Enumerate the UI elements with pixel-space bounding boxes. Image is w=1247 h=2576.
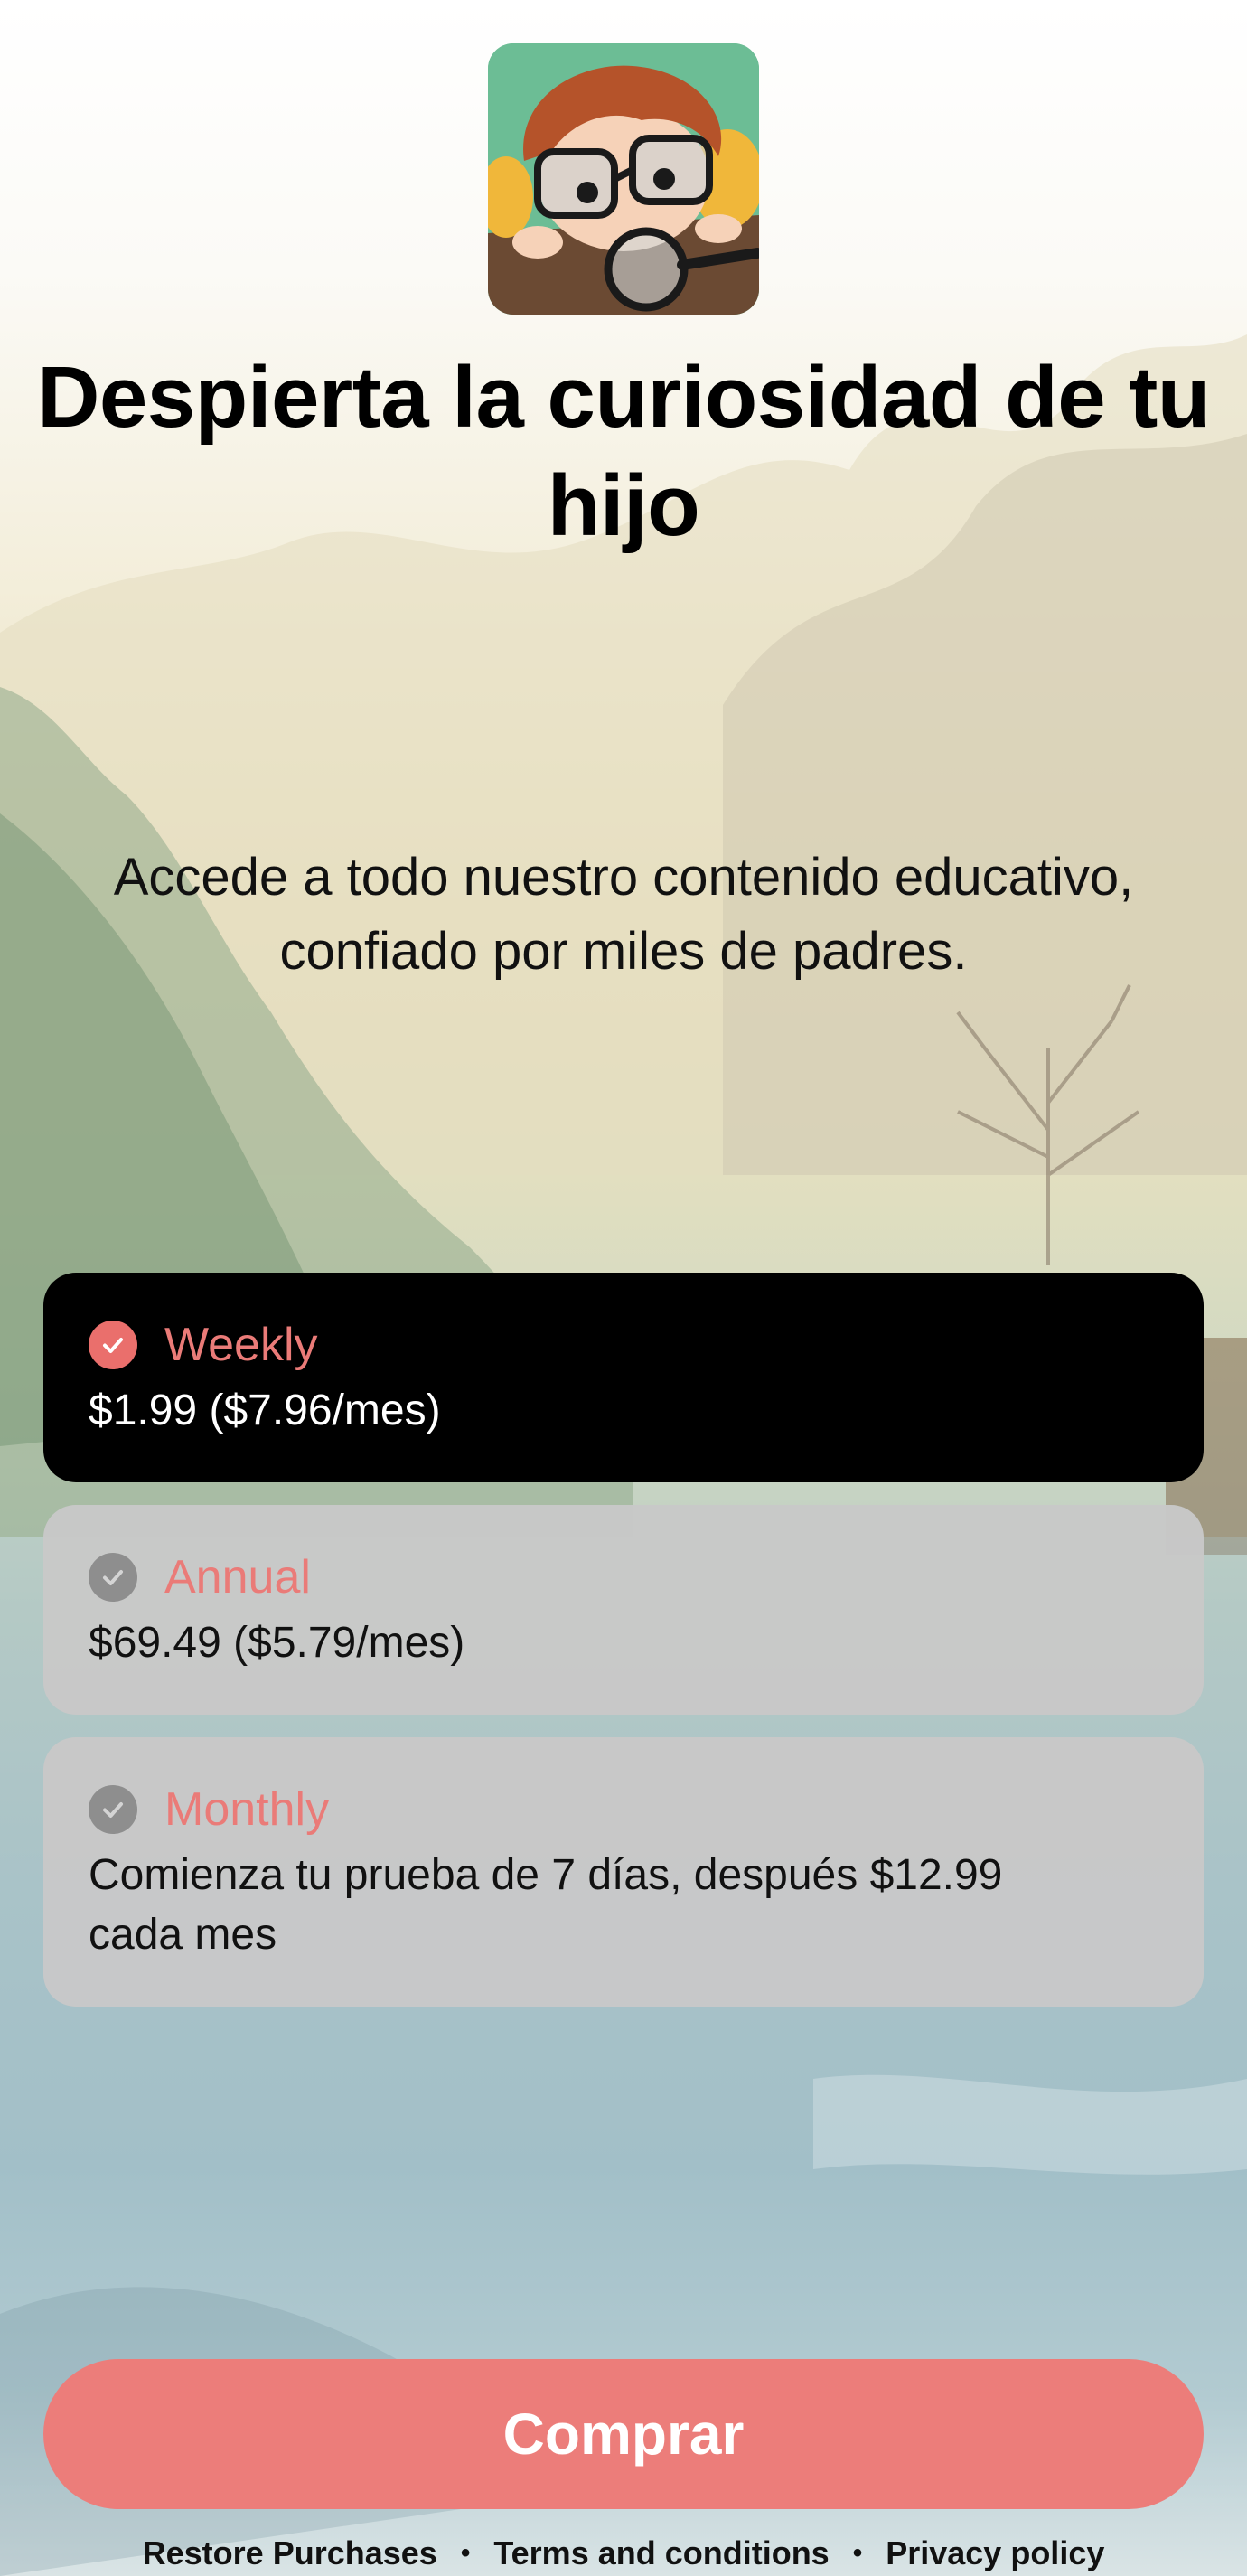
plan-name: Weekly [164,1319,318,1371]
plan-name: Monthly [164,1783,330,1836]
plan-price: $69.49 ($5.79/mes) [89,1619,465,1667]
plan-option-annual[interactable]: Annual $69.49 ($5.79/mes) [43,1505,1204,1715]
checkmark-circle-icon [89,1553,137,1602]
child-with-glasses-and-magnifier-icon [488,43,759,315]
plan-option-weekly[interactable]: Weekly $1.99 ($7.96/mes) [43,1273,1204,1482]
buy-button[interactable]: Comprar [43,2359,1204,2509]
separator-dot: • [460,2538,471,2568]
checkmark-circle-icon [89,1321,137,1369]
plan-option-monthly[interactable]: Monthly Comienza tu prueba de 7 días, de… [43,1737,1204,2007]
checkmark-circle-icon [89,1785,137,1834]
plan-price: $1.99 ($7.96/mes) [89,1387,441,1434]
terms-link[interactable]: Terms and conditions [493,2534,829,2572]
privacy-link[interactable]: Privacy policy [886,2534,1104,2572]
page-subtitle: Accede a todo nuestro contenido educativ… [113,848,1134,981]
plan-name: Annual [164,1551,311,1603]
page-title: Despierta la curiosidad de tu hijo [37,349,1210,554]
plan-price: Comienza tu prueba de 7 días, después $1… [89,1851,1003,1959]
restore-purchases-link[interactable]: Restore Purchases [143,2534,437,2572]
footer-links: Restore Purchases • Terms and conditions… [0,2531,1247,2576]
separator-dot: • [852,2538,863,2568]
app-icon [488,43,759,315]
